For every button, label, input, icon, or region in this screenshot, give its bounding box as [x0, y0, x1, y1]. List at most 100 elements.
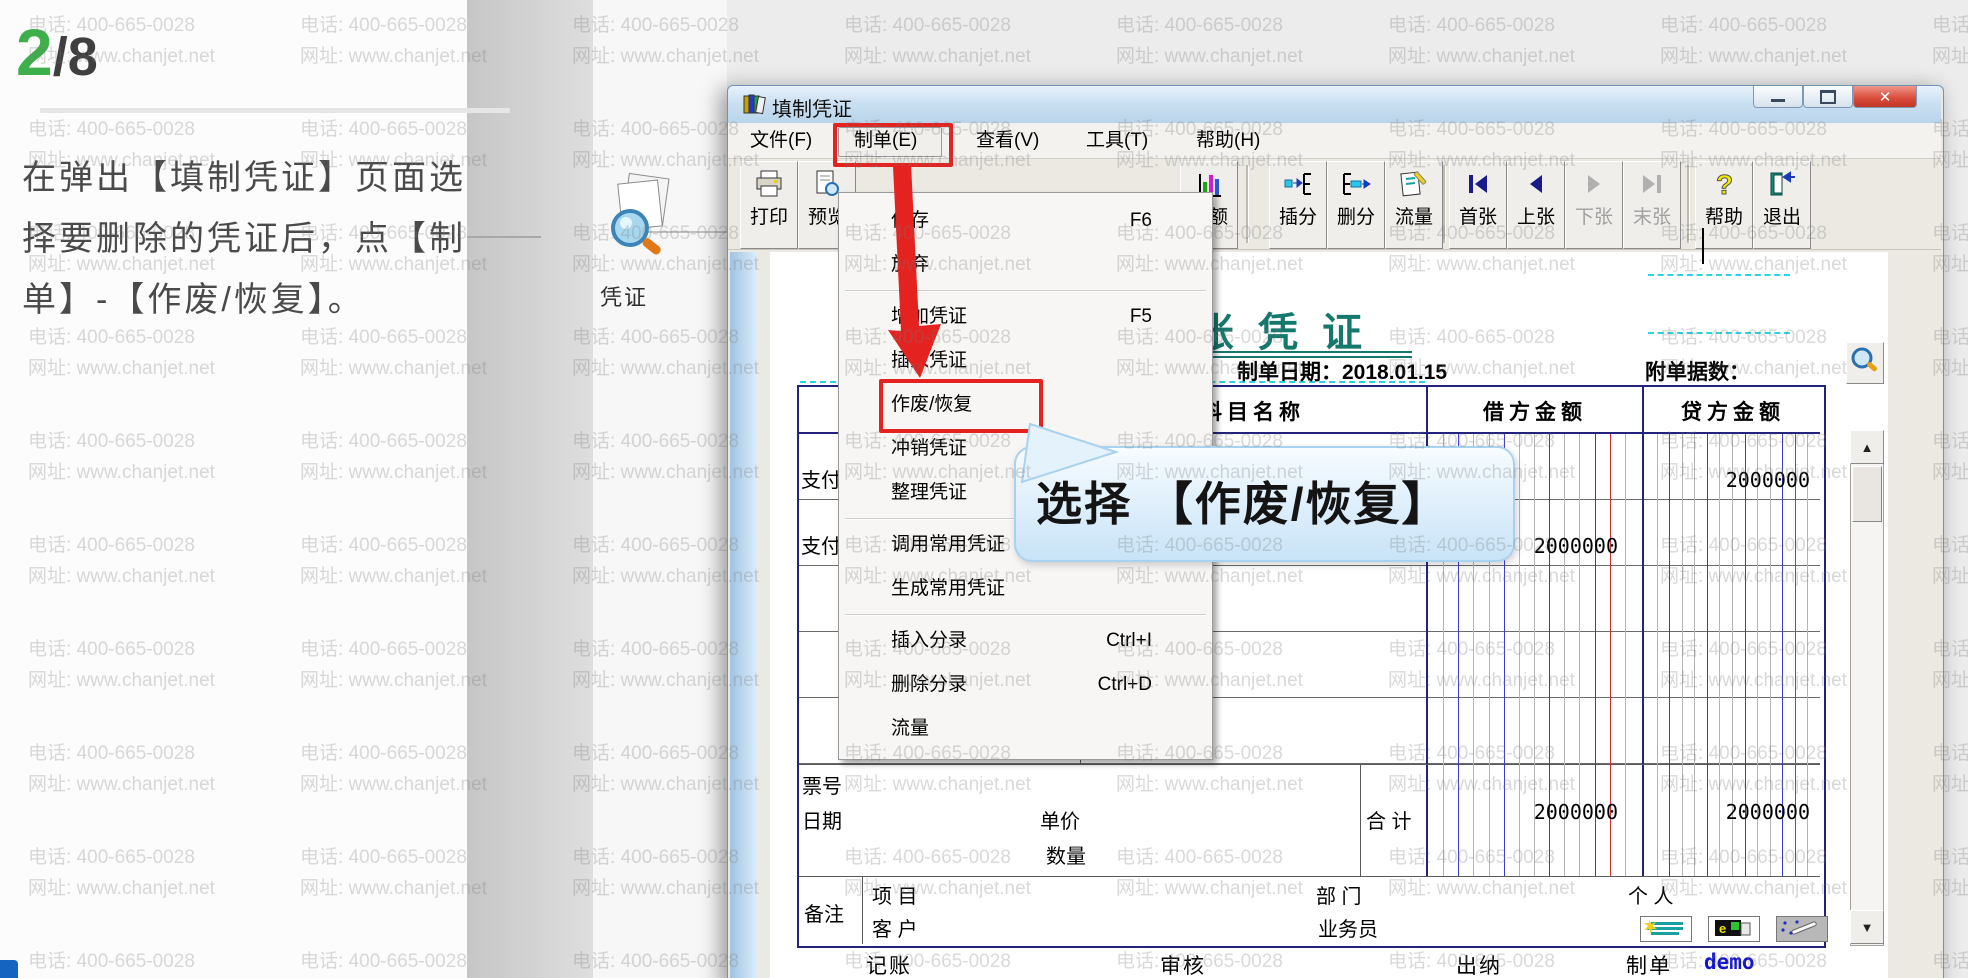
toolbar-button-7[interactable]: 上张: [1507, 161, 1565, 249]
window-title: 填制凭证: [772, 99, 852, 121]
toolbar-button-label: 删分: [1336, 207, 1375, 228]
voucher-date-value: 2018.01.15: [1342, 361, 1448, 384]
left-accent-strip: [730, 252, 757, 978]
row-summary[interactable]: 支付: [801, 530, 841, 559]
sig-auditor: 审核: [1160, 955, 1206, 978]
exit-icon: [1767, 168, 1797, 200]
menubar-item-file[interactable]: 文件(F): [742, 128, 820, 154]
row-summary[interactable]: 支付: [801, 464, 841, 493]
last-page-icon: [1637, 168, 1667, 200]
menu-item-label: 整理凭证: [891, 482, 968, 503]
instruction-line: 择要删除的凭证后，点【制: [22, 220, 466, 258]
step-current: 2: [16, 15, 53, 89]
minimize-icon: [1771, 99, 1785, 102]
row-credit-amount[interactable]: 2000000: [1644, 468, 1810, 492]
close-button[interactable]: ✕: [1853, 86, 1917, 108]
toolbar-button-11[interactable]: 退出: [1753, 161, 1811, 249]
menu-separator: [845, 614, 1206, 616]
menu-item-label: 流量: [891, 718, 930, 739]
scroll-up-icon[interactable]: ▲: [1850, 430, 1884, 464]
prev-page-icon: [1521, 168, 1551, 200]
table-line: [799, 876, 1820, 877]
svg-text:e: e: [1719, 921, 1726, 936]
toolbar-button-label: 首张: [1458, 207, 1497, 228]
toolbar-button-4[interactable]: 删分: [1327, 161, 1385, 249]
toolbar-button-8: 下张: [1565, 161, 1623, 249]
preparer-name: demo: [1704, 950, 1755, 974]
voucher-lines-icon[interactable]: [1640, 916, 1692, 942]
magnifier-button[interactable]: [1846, 342, 1884, 384]
highlight-box-zhidan: [833, 123, 953, 167]
menubar-item-help[interactable]: 帮助(H): [1188, 128, 1268, 154]
screenshot-stage: 2/8 在弹出【填制凭证】页面选 择要删除的凭证后，点【制 单】-【作废/恢复】…: [0, 0, 1968, 978]
menu-item-label: 冲销凭证: [891, 438, 968, 459]
menu-item-accel: Ctrl+I: [1106, 630, 1152, 651]
table-line: [1360, 764, 1361, 876]
minimize-button[interactable]: [1753, 86, 1803, 108]
toolbar-button-9: 末张: [1623, 161, 1681, 249]
menu-item-保存[interactable]: 保存 F6: [841, 199, 1210, 243]
delete-row-icon: [1341, 168, 1371, 200]
toolbar-button-label: 上张: [1516, 207, 1555, 228]
voucher-no-field[interactable]: [1648, 332, 1790, 334]
wand-icon[interactable]: [1776, 916, 1828, 942]
sig-cashier: 出纳: [1456, 955, 1502, 978]
menu-item-label: 增加凭证: [891, 306, 968, 327]
svg-text:?: ?: [1716, 169, 1733, 200]
header-debit: 借方金额: [1483, 401, 1587, 424]
menu-item-label: 调用常用凭证: [891, 534, 1006, 555]
menu-item-生成常用凭证[interactable]: 生成常用凭证: [841, 567, 1210, 611]
menu-item-accel: F6: [1129, 210, 1152, 231]
text-caret: [1702, 228, 1704, 264]
field-clerk: 业务员: [1318, 919, 1378, 941]
step-indicator: 2/8: [16, 14, 98, 90]
menubar-item-view[interactable]: 查看(V): [968, 128, 1047, 154]
toolbar-button-0[interactable]: 打印: [740, 161, 798, 249]
sig-preparer: 制单: [1626, 955, 1672, 978]
watermark-tile: 电话: 400-665-0028网址: www.chanjet.net: [1116, 15, 1303, 67]
field-person: 个 人: [1628, 886, 1674, 908]
voucher-no-field[interactable]: [1648, 274, 1790, 276]
close-icon: ✕: [1878, 88, 1892, 106]
menu-item-流量[interactable]: 流量: [841, 707, 1210, 751]
menu-item-插入凭证[interactable]: 插入凭证: [841, 339, 1210, 383]
field-project: 项 目: [872, 886, 918, 908]
voucher-date-label: 制单日期：: [1237, 361, 1342, 384]
field-date: 日期: [802, 811, 842, 833]
table-line: [862, 876, 863, 944]
toolbar-button-label: 流量: [1394, 207, 1433, 228]
toolbar-button-label: 打印: [749, 207, 788, 228]
highlight-box-void-restore: [879, 379, 1043, 433]
scrollbar-thumb[interactable]: [1852, 466, 1882, 522]
input-method-icon[interactable]: e: [1708, 916, 1760, 942]
menu-item-插入分录[interactable]: 插入分录 Ctrl+I: [841, 619, 1210, 663]
watermark-tile: 电话: 400-665-0028网址: www.chanjet.net: [1932, 15, 1968, 67]
desktop-strip: [467, 0, 593, 978]
toolbar-button-5[interactable]: 流量: [1385, 161, 1443, 249]
field-note: 备注: [804, 904, 844, 926]
menu-item-label: 插入凭证: [891, 350, 968, 371]
toolbar-button-label: 下张: [1574, 207, 1613, 228]
toolbar-button-3[interactable]: 插分: [1269, 161, 1327, 249]
menu-item-放弃[interactable]: 放弃: [841, 243, 1210, 287]
maximize-button[interactable]: [1803, 86, 1853, 108]
field-price: 单价: [1040, 811, 1080, 833]
scroll-down-icon[interactable]: ▼: [1850, 910, 1884, 944]
toolbar-button-6[interactable]: 首张: [1449, 161, 1507, 249]
watermark-tile: 电话: 400-665-0028网址: www.chanjet.net: [844, 15, 1031, 67]
watermark-tile: 电话: 400-665-0028网址: www.chanjet.net: [1660, 15, 1847, 67]
voucher-query-icon[interactable]: [596, 170, 676, 270]
menu-item-删除分录[interactable]: 删除分录 Ctrl+D: [841, 663, 1210, 707]
menu-item-accel: F5: [1129, 306, 1152, 327]
background-window-band: [593, 0, 727, 978]
menubar-item-tools[interactable]: 工具(T): [1078, 128, 1156, 154]
toolbar-separator: [1246, 165, 1249, 243]
total-label: 合 计: [1366, 811, 1412, 833]
total-debit: 2000000: [1533, 800, 1618, 824]
toolbar-button-label: 帮助: [1704, 207, 1743, 228]
toolbar-separator: [1443, 165, 1446, 243]
menu-item-label: 生成常用凭证: [891, 578, 1006, 599]
tutorial-panel: [0, 0, 467, 978]
menu-item-增加凭证[interactable]: 增加凭证 F5: [841, 295, 1210, 339]
instruction-line: 在弹出【填制凭证】页面选: [22, 159, 466, 197]
